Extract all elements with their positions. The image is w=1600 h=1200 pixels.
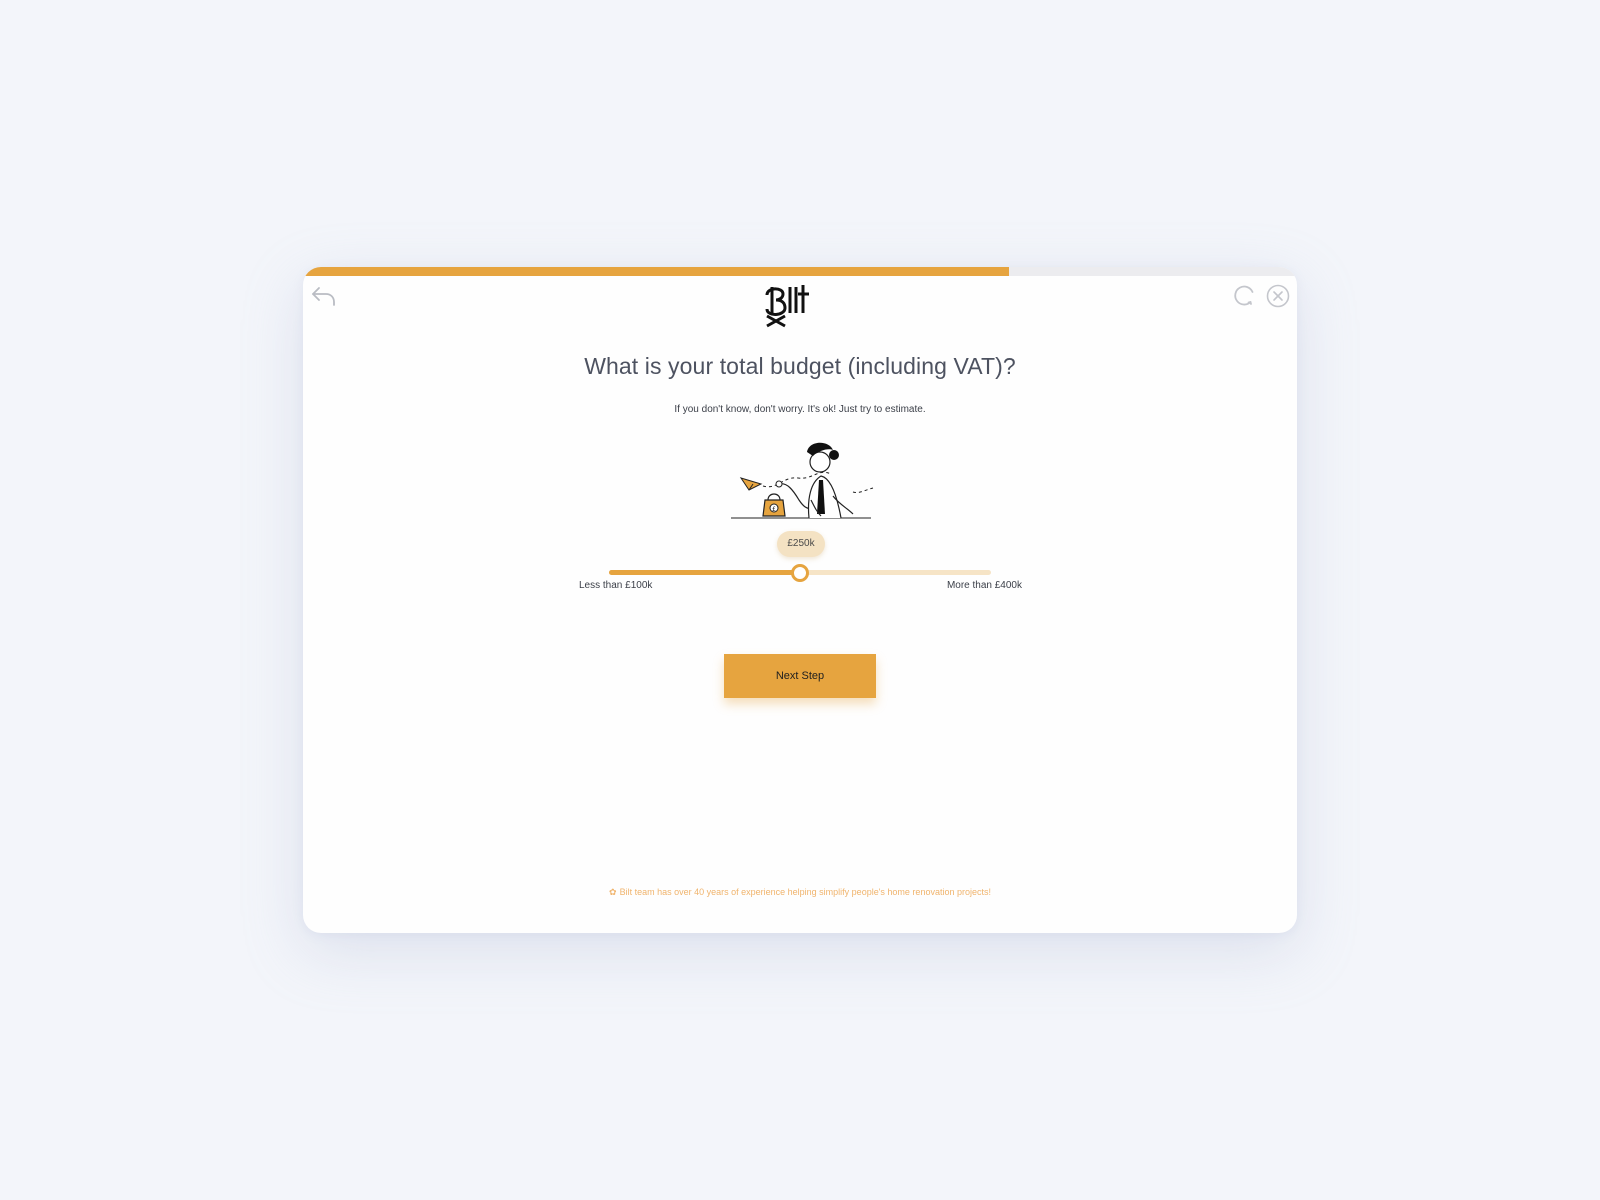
close-button[interactable]	[1265, 283, 1291, 309]
slider-thumb[interactable]	[791, 564, 809, 582]
restart-button[interactable]	[1231, 283, 1257, 309]
progress-bar	[303, 267, 1297, 276]
back-button[interactable]	[309, 281, 339, 311]
budget-illustration: £	[723, 438, 875, 526]
slider-fill	[609, 570, 800, 575]
slider-min-label: Less than £100k	[579, 580, 653, 591]
close-circle-icon	[1266, 284, 1290, 308]
slider-max-label: More than £400k	[946, 580, 1022, 591]
footer-note: ✿ Bilt team has over 40 years of experien…	[303, 887, 1297, 898]
question-title: What is your total budget (including VAT…	[584, 353, 1016, 379]
survey-card: What is your total budget (including VAT…	[303, 267, 1297, 933]
footer-note-text: Bilt team has over 40 years of experienc…	[619, 887, 991, 897]
next-step-button[interactable]: Next Step	[724, 654, 876, 698]
bilt-logo-icon	[765, 285, 809, 328]
star-icon: ✿	[609, 887, 617, 897]
progress-fill	[303, 267, 1009, 276]
person-with-money-bag-illustration: £	[731, 442, 874, 519]
undo-arrow-icon	[312, 287, 335, 306]
question-subtitle: If you don't know, don't worry. It's ok!…	[674, 404, 926, 415]
bilt-logo	[761, 283, 813, 329]
refresh-icon	[1234, 285, 1254, 306]
svg-text:£: £	[772, 506, 776, 513]
slider-value-badge: £250k	[777, 531, 825, 557]
budget-slider[interactable]	[609, 564, 991, 582]
